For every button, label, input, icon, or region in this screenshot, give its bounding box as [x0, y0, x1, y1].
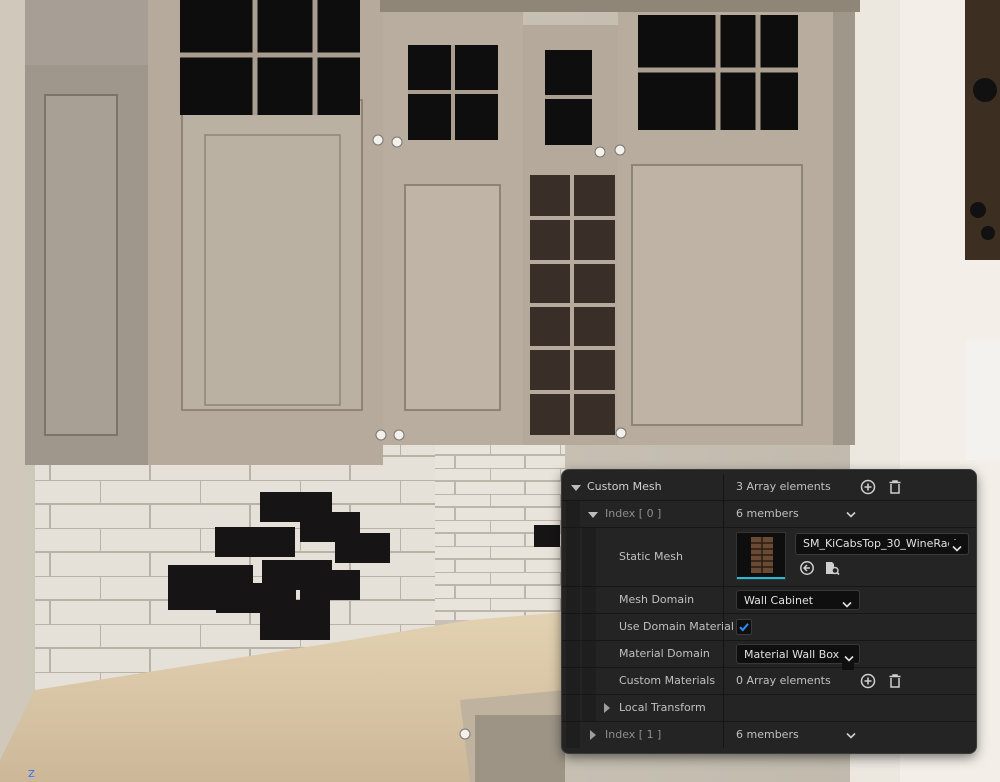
index-0-members: 6 members	[736, 507, 799, 520]
trash-icon[interactable]	[887, 673, 903, 689]
add-element-icon[interactable]	[860, 479, 876, 495]
expand-arrow-icon[interactable]	[604, 703, 610, 713]
property-row-mesh-domain: Mesh Domain Wall Cabinet	[562, 587, 976, 614]
indent-guide	[566, 722, 580, 748]
property-row-index-0: Index [ 0 ] 6 members	[562, 501, 976, 528]
indent-guide	[582, 668, 596, 694]
property-row-static-mesh: Static Mesh SM_KiCabsTop_30_WineRack	[562, 528, 976, 587]
mesh-domain-dropdown[interactable]: Wall Cabinet	[736, 590, 860, 610]
indent-guide	[566, 614, 580, 640]
custom-mesh-count: 3 Array elements	[736, 480, 831, 493]
static-mesh-asset-name: SM_KiCabsTop_30_WineRack	[803, 537, 960, 550]
indent-guide	[566, 641, 580, 667]
static-mesh-label: Static Mesh	[619, 550, 683, 563]
material-domain-label: Material Domain	[619, 647, 710, 660]
collapse-arrow-icon[interactable]	[588, 512, 598, 518]
indent-guide	[566, 695, 580, 721]
property-row-material-domain: Material Domain Material Wall Box	[562, 641, 976, 670]
indent-guide	[566, 528, 580, 586]
indent-guide	[582, 614, 596, 640]
indent-guide	[582, 587, 596, 613]
mesh-domain-label: Mesh Domain	[619, 593, 695, 606]
chevron-down-icon	[842, 650, 854, 670]
indent-guide	[566, 668, 580, 694]
use-domain-material-label: Use Domain Material	[619, 620, 734, 633]
property-row-use-domain-material: Use Domain Material	[562, 614, 976, 641]
asset-color-bar	[737, 577, 785, 579]
chevron-down-icon[interactable]	[846, 730, 856, 743]
expand-arrow-icon[interactable]	[590, 730, 596, 740]
collapse-arrow-icon[interactable]	[571, 485, 581, 491]
asset-thumbnail[interactable]	[736, 532, 786, 580]
use-domain-material-checkbox[interactable]	[736, 619, 752, 635]
details-panel: Custom Mesh 3 Array elements Index [ 0 ]…	[562, 470, 976, 753]
index-1-members: 6 members	[736, 728, 799, 741]
material-domain-dropdown[interactable]: Material Wall Box	[736, 644, 860, 670]
custom-mesh-label: Custom Mesh	[587, 480, 662, 493]
index-1-label: Index [ 1 ]	[605, 728, 662, 741]
indent-guide	[582, 641, 596, 667]
property-row-custom-materials: Custom Materials 0 Array elements	[562, 668, 976, 695]
indent-guide	[582, 528, 596, 586]
use-selected-icon[interactable]	[799, 560, 815, 576]
static-mesh-picker[interactable]: SM_KiCabsTop_30_WineRack	[795, 533, 969, 555]
browse-asset-icon[interactable]	[824, 560, 840, 576]
property-row-local-transform: Local Transform	[562, 695, 976, 722]
column-divider[interactable]	[723, 695, 724, 721]
chevron-down-icon[interactable]	[846, 509, 856, 522]
property-row-custom-mesh: Custom Mesh 3 Array elements	[562, 474, 976, 501]
custom-materials-count: 0 Array elements	[736, 674, 831, 687]
indent-guide	[582, 695, 596, 721]
mesh-domain-value: Wall Cabinet	[744, 594, 814, 607]
chevron-down-icon	[842, 596, 852, 616]
custom-materials-label: Custom Materials	[619, 674, 716, 687]
local-transform-label: Local Transform	[619, 701, 706, 714]
axis-indicator-label: Z	[28, 769, 35, 780]
chevron-down-icon	[949, 540, 962, 554]
property-row-index-1: Index [ 1 ] 6 members	[562, 722, 976, 748]
indent-guide	[566, 501, 580, 527]
checkmark-icon	[739, 623, 749, 632]
material-domain-value: Material Wall Box	[744, 648, 840, 661]
wine-rack-thumbnail-icon	[751, 537, 773, 573]
indent-guide	[566, 587, 580, 613]
trash-icon[interactable]	[887, 479, 903, 495]
add-element-icon[interactable]	[860, 673, 876, 689]
index-0-label: Index [ 0 ]	[605, 507, 662, 520]
